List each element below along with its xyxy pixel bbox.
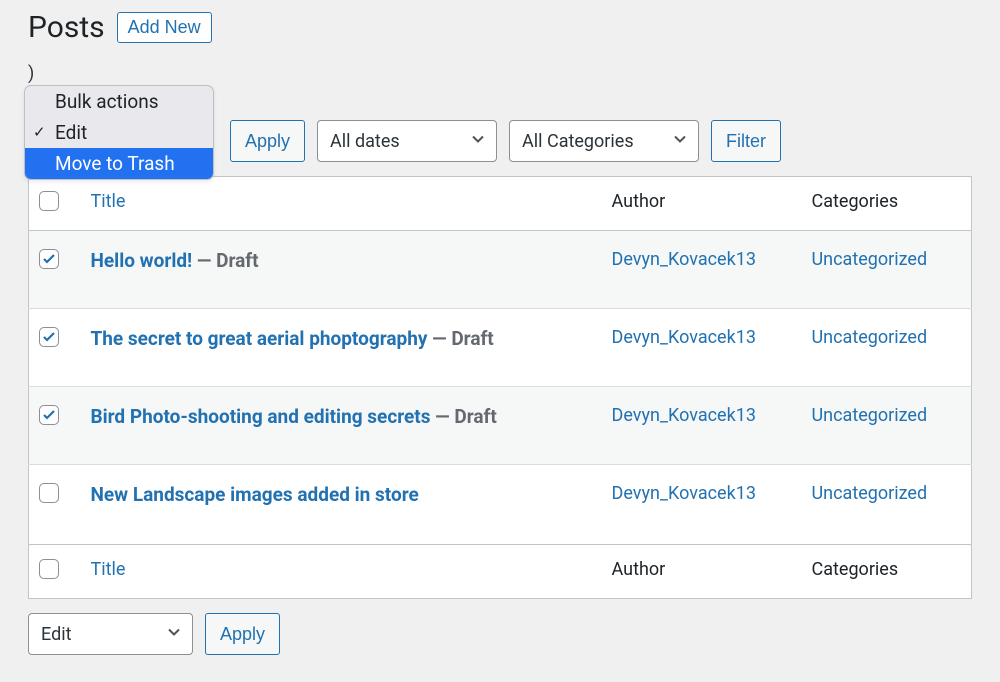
post-status: — Draft <box>430 405 496 428</box>
dropdown-item[interactable]: Bulk actions <box>25 86 213 117</box>
chevron-down-icon <box>672 131 688 152</box>
bottom-toolbar: Edit Apply <box>28 613 972 655</box>
table-row: Bird Photo-shooting and editing secrets … <box>29 387 972 465</box>
row-checkbox[interactable] <box>39 483 59 503</box>
row-checkbox[interactable] <box>39 405 59 425</box>
category-link[interactable]: Uncategorized <box>812 327 928 348</box>
author-link[interactable]: Devyn_Kovacek13 <box>612 405 756 426</box>
category-link[interactable]: Uncategorized <box>812 405 928 426</box>
post-status: — Draft <box>427 327 493 350</box>
column-author-header: Author <box>602 177 802 231</box>
dropdown-item[interactable]: Edit <box>25 117 213 148</box>
bulk-action-select-bottom[interactable]: Edit <box>28 613 193 655</box>
select-all-checkbox-bottom[interactable] <box>39 559 59 579</box>
apply-button-top[interactable]: Apply <box>230 120 305 162</box>
truncated-text: ) <box>28 63 972 84</box>
column-categories-footer: Categories <box>802 545 972 599</box>
category-link[interactable]: Uncategorized <box>812 249 928 270</box>
table-row: Hello world! — Draft Devyn_Kovacek13 Uncat… <box>29 231 972 309</box>
post-status: — Draft <box>192 249 258 272</box>
chevron-down-icon <box>166 624 182 645</box>
table-row: The secret to great aerial phoptography … <box>29 309 972 387</box>
row-checkbox[interactable] <box>39 327 59 347</box>
dropdown-item[interactable]: Move to Trash <box>25 148 213 179</box>
categories-select[interactable]: All Categories <box>509 120 699 162</box>
column-title-header[interactable]: Title <box>81 177 602 231</box>
bulk-action-dropdown: Bulk actionsEditMove to Trash <box>24 85 214 180</box>
category-link[interactable]: Uncategorized <box>812 483 928 504</box>
apply-button-bottom[interactable]: Apply <box>205 613 280 655</box>
row-checkbox[interactable] <box>39 249 59 269</box>
posts-table: Title Author Categories Hello world! — D… <box>28 176 972 599</box>
page-title: Posts <box>28 10 105 45</box>
column-title-footer[interactable]: Title <box>81 545 602 599</box>
add-new-button[interactable]: Add New <box>117 12 212 43</box>
author-link[interactable]: Devyn_Kovacek13 <box>612 249 756 270</box>
author-link[interactable]: Devyn_Kovacek13 <box>612 327 756 348</box>
post-title-link[interactable]: Bird Photo-shooting and editing secrets <box>91 405 431 428</box>
filter-button[interactable]: Filter <box>711 120 781 162</box>
chevron-down-icon <box>470 131 486 152</box>
post-title-link[interactable]: New Landscape images added in store <box>91 483 419 506</box>
post-title-link[interactable]: The secret to great aerial phoptography <box>91 327 428 350</box>
column-author-footer: Author <box>602 545 802 599</box>
dates-select-label: All dates <box>330 131 400 152</box>
author-link[interactable]: Devyn_Kovacek13 <box>612 483 756 504</box>
page-header: Posts Add New <box>28 10 972 45</box>
categories-select-label: All Categories <box>522 131 634 152</box>
table-row: New Landscape images added in store Devyn… <box>29 465 972 545</box>
post-title-link[interactable]: Hello world! <box>91 249 193 272</box>
dates-select[interactable]: All dates <box>317 120 497 162</box>
select-all-checkbox-top[interactable] <box>39 191 59 211</box>
bulk-action-select-bottom-label: Edit <box>41 624 71 645</box>
column-categories-header: Categories <box>802 177 972 231</box>
